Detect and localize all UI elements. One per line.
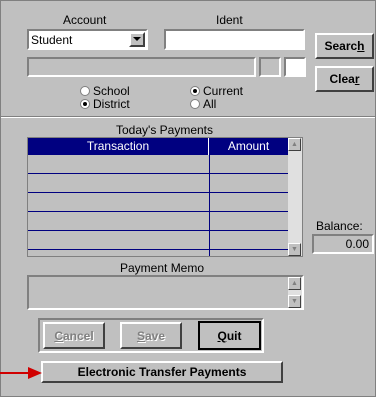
radio-all-label: All: [203, 97, 217, 111]
account-select-value: Student: [31, 33, 73, 47]
quit-button-label: Quit: [217, 328, 242, 343]
radio-district-dot: [80, 99, 90, 109]
quit-button[interactable]: Quit: [198, 321, 261, 350]
grid-scrollbar[interactable]: ▲ ▼: [288, 138, 302, 256]
student-name-field: [27, 57, 256, 77]
radio-current-dot: [190, 86, 200, 96]
payments-grid[interactable]: Transaction Amount ▲ ▼: [27, 137, 303, 257]
radio-school-dot: [80, 86, 90, 96]
radio-current-label: Current: [203, 84, 244, 98]
mnemonic-letter: r: [354, 72, 360, 86]
red-arrow-icon: [0, 367, 42, 379]
mnemonic-letter: C: [54, 328, 63, 343]
chevron-down-icon[interactable]: [129, 32, 145, 47]
save-button[interactable]: Save: [120, 322, 182, 349]
section-divider: [1, 116, 375, 118]
radio-all[interactable]: All: [190, 97, 260, 111]
ident-input[interactable]: [164, 29, 305, 50]
column-header-amount[interactable]: Amount: [209, 138, 288, 155]
balance-value: 0.00: [312, 234, 374, 254]
radio-school-label: School: [93, 84, 130, 98]
extra-field[interactable]: [284, 57, 306, 77]
table-row[interactable]: [28, 155, 288, 174]
payment-memo-field[interactable]: ▲ ▼: [27, 275, 304, 310]
column-header-transaction[interactable]: Transaction: [28, 138, 209, 155]
table-row[interactable]: [28, 212, 288, 231]
radio-district[interactable]: District: [80, 97, 150, 111]
save-button-label: Save: [136, 328, 166, 343]
table-row[interactable]: [28, 174, 288, 193]
todays-payments-title: Today's Payments: [116, 123, 214, 137]
electronic-transfer-button-label: Electronic Transfer Payments: [77, 365, 247, 379]
radio-current[interactable]: Current: [190, 84, 260, 98]
search-button-label: Search: [324, 39, 365, 53]
account-select[interactable]: Student: [27, 29, 148, 50]
radio-district-label: District: [93, 97, 130, 111]
cancel-button[interactable]: Cancel: [43, 322, 105, 349]
cancel-button-label: Cancel: [54, 328, 94, 343]
scroll-up-icon[interactable]: ▲: [288, 138, 301, 151]
clear-button-label: Clear: [329, 72, 360, 86]
radio-all-dot: [190, 99, 200, 109]
memo-scroll-up-icon[interactable]: ▲: [288, 277, 301, 290]
clear-button[interactable]: Clear: [315, 66, 374, 92]
grade-field: [259, 57, 281, 77]
account-label: Account: [63, 13, 107, 27]
radio-school[interactable]: School: [80, 84, 150, 98]
mnemonic-letter: Q: [217, 328, 227, 343]
scroll-down-icon[interactable]: ▼: [288, 243, 301, 256]
electronic-transfer-button[interactable]: Electronic Transfer Payments: [41, 361, 283, 383]
balance-label: Balance:: [316, 219, 363, 233]
table-row[interactable]: [28, 231, 288, 250]
mnemonic-letter: h: [357, 39, 365, 53]
ident-label: Ident: [216, 13, 243, 27]
table-row[interactable]: [28, 193, 288, 212]
search-button[interactable]: Search: [315, 33, 374, 59]
mnemonic-letter: S: [136, 328, 145, 343]
memo-scroll-down-icon[interactable]: ▼: [288, 295, 301, 308]
memo-scrollbar[interactable]: ▲ ▼: [288, 277, 302, 308]
payment-memo-label: Payment Memo: [120, 261, 205, 275]
